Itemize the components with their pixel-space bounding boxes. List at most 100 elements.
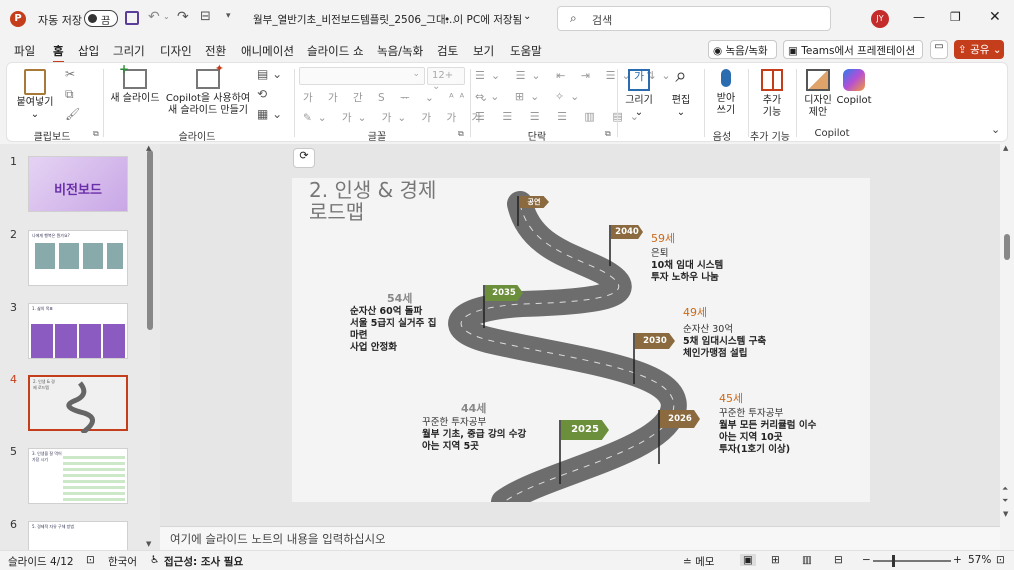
prev-slide-icon[interactable]: ⏶ (1002, 484, 1008, 494)
scroll-up-icon[interactable]: ▲ (1003, 144, 1008, 152)
font-name-select[interactable]: ⌄ (299, 67, 425, 85)
copilot-button[interactable]: Copilot (833, 69, 875, 107)
scroll-up-icon[interactable]: ▲ (146, 144, 151, 152)
new-slide-button[interactable]: + 새 슬라이드 (107, 63, 163, 105)
tab-insert[interactable]: 삽입 (78, 43, 99, 59)
zoom-level[interactable]: 57% (968, 554, 991, 566)
language[interactable]: 한국어 (108, 554, 137, 569)
accessibility-status[interactable]: 접근성: 조사 필요 (164, 554, 243, 569)
sorter-view-icon[interactable]: ⊞ (771, 554, 780, 566)
notes-pane[interactable]: 여기에 슬라이드 노트의 내용을 입력하십시오 (160, 526, 1000, 550)
flag-2030[interactable]: 2030 (635, 333, 675, 349)
age-49[interactable]: 49세 (683, 304, 707, 320)
notes-toggle[interactable]: ≐ 메모 (683, 554, 714, 569)
save-location[interactable]: • 이 PC에 저장됨 (444, 12, 522, 27)
zoom-slider[interactable] (873, 555, 951, 567)
milestone-45[interactable]: 꾸준한 투자공부 월부 모든 커리큘럼 이수 아는 지역 10곳 투자(1호기 … (719, 408, 816, 456)
presentation-icon[interactable]: ⊟ (200, 9, 211, 24)
dictate-button[interactable]: 받아 쓰기 (707, 69, 745, 117)
copilot-new-slide-button[interactable]: ✦ Copilot을 사용하여 새 슬라이드 만들기 (165, 63, 251, 117)
flag-2026[interactable]: 2026 (660, 410, 700, 428)
record-button[interactable]: ◉ 녹음/녹화 (708, 40, 777, 59)
slide-canvas[interactable]: 2. 인생 & 경제 로드맵 공연 2040 2035 2030 2026 20… (292, 178, 870, 502)
tab-home[interactable]: 홈 (53, 43, 64, 63)
slide-scrollbar[interactable]: ▲ ⏶ ⏷ ▼ (1000, 144, 1014, 526)
tab-slideshow[interactable]: 슬라이드 쇼 (307, 43, 364, 59)
font-format-row[interactable]: 가 가 간 S ᅲ ⌄ ᴬᴬ ⌄ (303, 90, 494, 105)
close-icon[interactable]: ✕ (989, 9, 1001, 25)
chevron-down-icon[interactable]: ⌄ (523, 11, 531, 22)
age-59[interactable]: 59세 (651, 230, 675, 246)
normal-view-icon[interactable]: ▣ (740, 554, 756, 566)
flag-2040[interactable]: 2040 (611, 225, 643, 239)
edit-button[interactable]: ⌕ 편집 ⌄ (661, 65, 701, 119)
restore-icon[interactable]: ❐ (950, 10, 961, 24)
slide-title[interactable]: 2. 인생 & 경제 로드맵 (309, 179, 436, 223)
tab-draw[interactable]: 그리기 (113, 43, 145, 59)
minimize-icon[interactable]: — (913, 10, 925, 24)
milestone-54[interactable]: 순자산 60억 돌파 서울 5급지 실거주 집 마련 사업 안정화 (350, 306, 436, 354)
share-button[interactable]: ⇪ 공유 ⌄ (954, 40, 1004, 59)
copy-icon[interactable]: ⧉ (65, 87, 74, 102)
flag-start[interactable]: 공연 (519, 196, 549, 208)
autosave-toggle[interactable]: 끔 (84, 10, 118, 27)
milestone-49[interactable]: 순자산 30억 5채 임대시스템 구축 체인가맹점 설립 (683, 324, 766, 360)
fit-slide-icon[interactable]: ⊡ (996, 554, 1005, 566)
reading-view-icon[interactable]: ▥ (802, 554, 812, 566)
teams-present-button[interactable]: ▣ Teams에서 프레젠테이션 (783, 40, 923, 59)
dialog-launcher-icon[interactable]: ⧉ (93, 129, 99, 139)
font-color-row[interactable]: ✎⌄ 가⌄ 가⌄ 가 가 가 (303, 110, 487, 125)
dialog-launcher-icon[interactable]: ⧉ (605, 129, 611, 139)
designer-suggest-button[interactable]: ⟳ (293, 148, 315, 168)
text-direction-row[interactable]: ⇔⌄ ⊞⌄ ✧⌄ (475, 90, 585, 103)
thumbnail-slide-6[interactable]: 5. 경제적 자유 구체 방법 (28, 521, 128, 551)
thumbnail-slide-2[interactable]: 나에게 행복은 뭔가요? (28, 230, 128, 286)
avatar[interactable]: JY (871, 10, 889, 28)
paste-button[interactable]: 붙여넣기 ⌄ (13, 69, 57, 121)
file-name[interactable]: 월부_열반기초_비전보드템플릿_2506_그대... (253, 12, 456, 27)
tab-view[interactable]: 보기 (473, 43, 494, 59)
scroll-down-icon[interactable]: ▼ (146, 540, 151, 548)
flag-2025[interactable]: 2025 (561, 420, 609, 440)
zoom-out-button[interactable]: − (862, 554, 871, 566)
spellcheck-icon[interactable]: ⊡ (86, 554, 95, 566)
tab-help[interactable]: 도움말 (510, 43, 542, 59)
age-44[interactable]: 44세 (461, 400, 486, 416)
tab-review[interactable]: 검토 (437, 43, 458, 59)
age-54[interactable]: 54세 (387, 290, 412, 306)
tab-record[interactable]: 녹음/녹화 (377, 43, 423, 59)
tab-design[interactable]: 디자인 (160, 43, 192, 59)
font-size-select[interactable]: 12+ ⌄ (427, 67, 465, 92)
reset-icon[interactable]: ⟲ (257, 87, 267, 101)
layout-icon[interactable]: ▤ ⌄ (257, 67, 282, 81)
thumbnail-slide-1[interactable]: 비전보드 (28, 156, 128, 212)
dialog-launcher-icon[interactable]: ⧉ (458, 129, 464, 139)
tab-transitions[interactable]: 전환 (205, 43, 226, 59)
save-icon[interactable] (125, 11, 139, 25)
flag-2035[interactable]: 2035 (485, 285, 523, 301)
undo-icon[interactable]: ↶ (148, 9, 160, 25)
scroll-thumb[interactable] (1004, 234, 1010, 260)
addins-button[interactable]: 추가 기능 (751, 69, 793, 119)
milestone-44[interactable]: 꾸준한 투자공부 월부 기초, 중급 강의 수강 아는 지역 5곳 (422, 417, 526, 453)
search-box[interactable]: ⌕ 검색 (557, 6, 831, 31)
slideshow-view-icon[interactable]: ⊟ (834, 554, 843, 566)
accessibility-icon[interactable]: ♿ (150, 554, 159, 566)
thumbnails-scrollbar[interactable] (147, 150, 153, 330)
redo-icon[interactable]: ↷ (177, 9, 189, 25)
cut-icon[interactable]: ✂ (65, 67, 75, 81)
thumbnail-slide-5[interactable]: 3. 인생을 잘 먹어 가장 시기 (28, 448, 128, 504)
tab-file[interactable]: 파일 (14, 43, 35, 59)
thumbnail-slide-3[interactable]: 1. 삶의 목표 (28, 303, 128, 359)
scroll-down-icon[interactable]: ▼ (1003, 510, 1008, 518)
section-icon[interactable]: ▦ ⌄ (257, 107, 282, 121)
draw-button[interactable]: 가 그리기 ⌄ (619, 69, 659, 119)
age-45[interactable]: 45세 (719, 390, 743, 406)
undo-dropdown-icon[interactable]: ⌄ (163, 12, 170, 21)
format-painter-icon[interactable]: 🖌 (65, 107, 80, 121)
zoom-slider-thumb[interactable] (892, 555, 895, 567)
collapse-ribbon-icon[interactable]: ⌄ (991, 123, 1000, 136)
slide-position[interactable]: 슬라이드 4/12 (8, 554, 74, 569)
qat-customize-icon[interactable]: ▾ (226, 11, 231, 21)
tab-animations[interactable]: 애니메이션 (241, 43, 294, 59)
